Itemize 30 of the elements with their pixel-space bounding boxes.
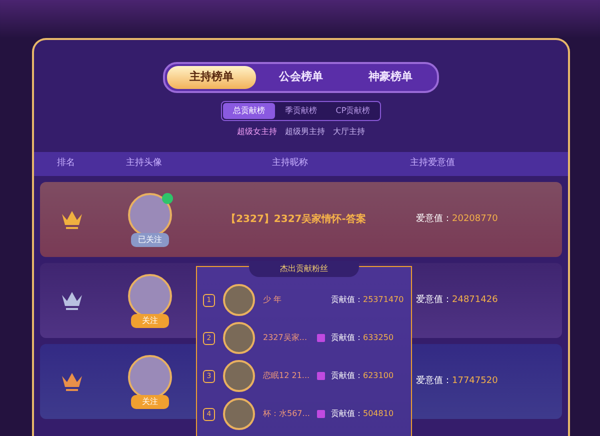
sub-tab[interactable]: 总贡献榜 bbox=[223, 102, 275, 118]
value-text: 爱意值：24871426 bbox=[416, 295, 498, 306]
sub-tab[interactable]: 季贡献榜 bbox=[275, 102, 327, 118]
tab[interactable]: 公会榜单 bbox=[256, 66, 346, 88]
avatar-placeholder bbox=[223, 322, 255, 354]
sub-tab[interactable]: CP贡献榜 bbox=[327, 102, 379, 118]
tab[interactable]: 神豪榜单 bbox=[346, 66, 435, 88]
column-header: 主持头像 bbox=[126, 156, 162, 170]
filter-link[interactable]: 大厅主持 bbox=[329, 126, 369, 138]
fan-name: 杯：水567... bbox=[263, 408, 311, 420]
fan-name: 2327吴家... bbox=[263, 332, 308, 344]
column-header: 排名 bbox=[57, 156, 75, 170]
avatar-placeholder bbox=[223, 360, 255, 392]
avatar-placeholder bbox=[223, 398, 255, 430]
avatar-placeholder bbox=[223, 284, 255, 316]
fan-name: 恋眠12 21... bbox=[263, 370, 311, 382]
filter-link[interactable]: 超级男主持 bbox=[281, 126, 329, 138]
fan-name: 少 年 bbox=[263, 294, 283, 306]
value-text: 贡献值：25371470 bbox=[331, 294, 404, 306]
column-header: 主持爱意值 bbox=[410, 158, 455, 168]
value-text: 爱意值：20208770 bbox=[416, 214, 498, 224]
filter-link[interactable]: 超级女主持 bbox=[233, 126, 281, 138]
host-name: 【2327】2327吴家情怀-答案 bbox=[226, 214, 366, 224]
value-text: 爱意值：17747520 bbox=[416, 376, 498, 386]
tab[interactable]: 主持榜单 bbox=[167, 66, 256, 88]
value-text: 贡献值：633250 bbox=[331, 332, 394, 344]
value-text: 贡献值：504810 bbox=[331, 408, 394, 420]
value-text: 贡献值：623100 bbox=[331, 370, 394, 382]
column-header: 主持昵称 bbox=[272, 158, 308, 168]
popup-title: 杰出贡献粉丝 bbox=[249, 261, 359, 277]
